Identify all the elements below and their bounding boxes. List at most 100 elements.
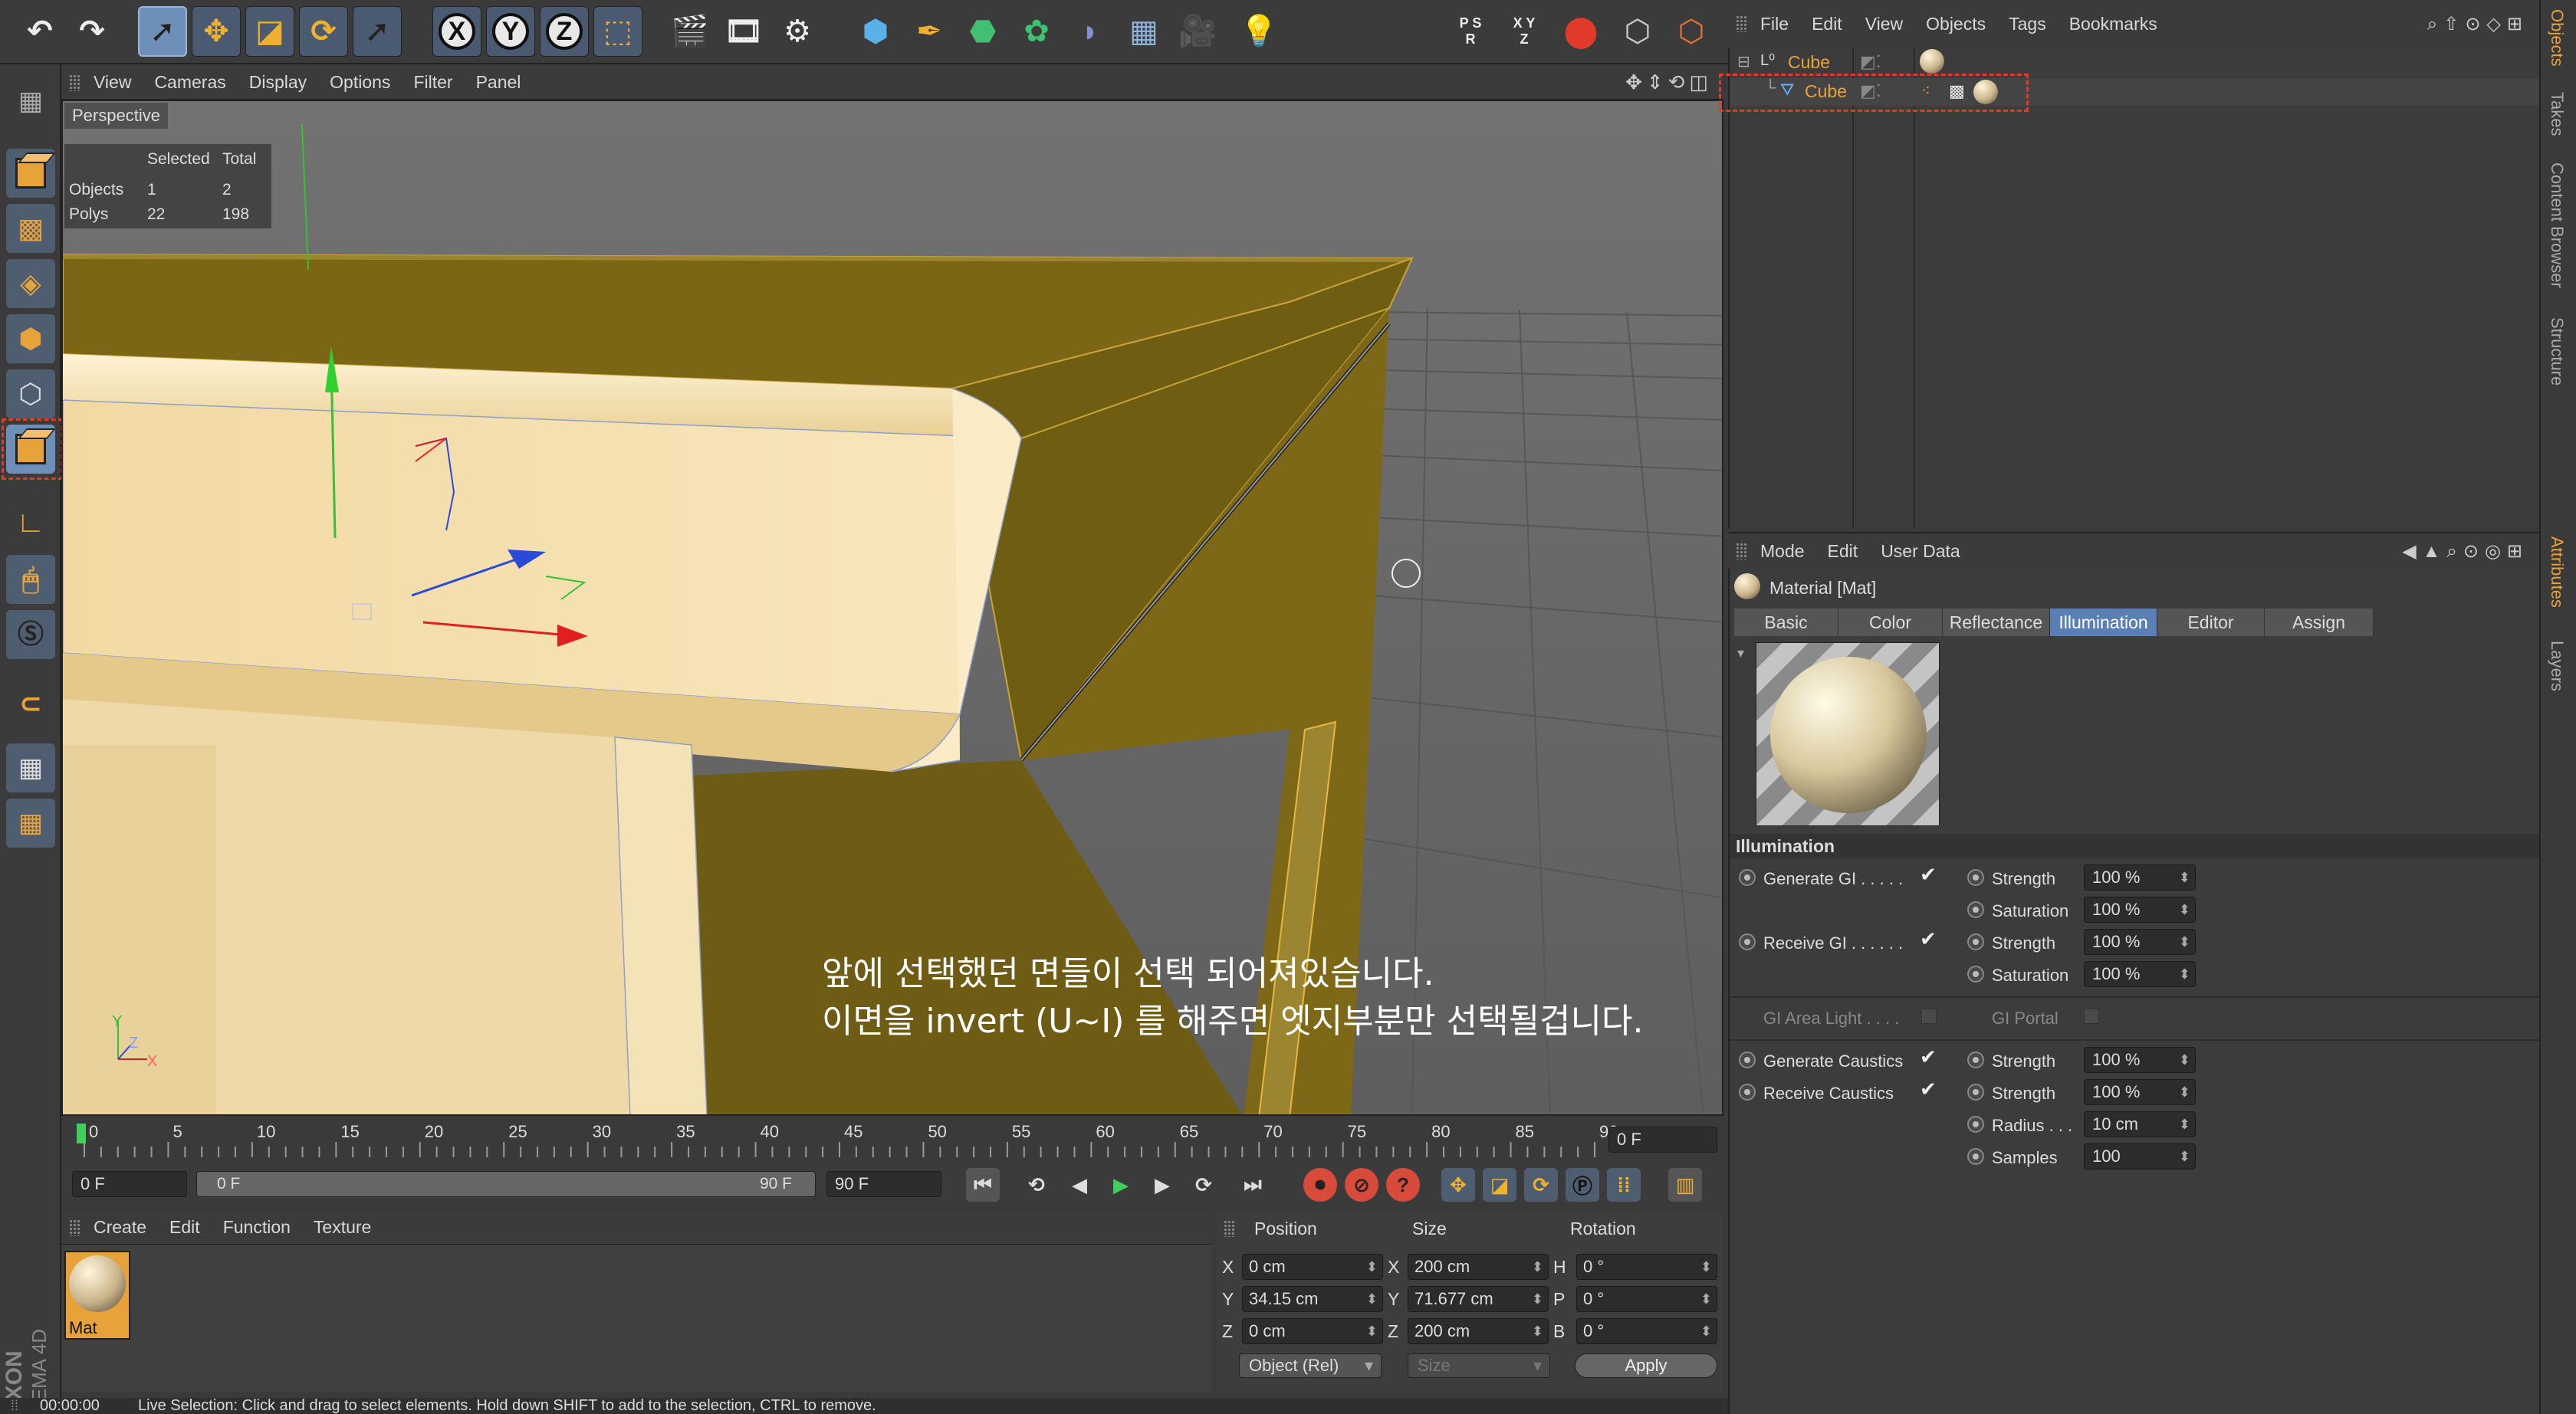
gi-receive-saturation-field[interactable]: 100 % — [2084, 961, 2196, 987]
next-frame-button[interactable]: ▶ — [1145, 1168, 1179, 1202]
receive-gi-checkbox[interactable]: ✔ — [1920, 927, 1937, 951]
size-y-field[interactable]: 71.677 cm — [1408, 1286, 1549, 1312]
menu-edit[interactable]: Edit — [1812, 14, 1842, 34]
panel-grip[interactable] — [69, 1219, 80, 1236]
keyframe-selection-button[interactable]: ? — [1386, 1168, 1420, 1202]
size-x-field[interactable]: 200 cm — [1408, 1254, 1549, 1280]
redo-button[interactable]: ↷ — [67, 6, 117, 57]
side-tab-attributes[interactable]: Attributes — [2547, 536, 2567, 608]
attribute-nav-icons[interactable]: ◀▲⌕⊙◎⊞ — [2402, 540, 2528, 563]
collapse-triangle-icon[interactable]: ▾ — [1737, 645, 1744, 661]
recent-tool-button[interactable]: ➚ — [353, 6, 402, 57]
caustics-generate-strength-field[interactable]: 100 % — [2084, 1047, 2196, 1073]
key-scale-button[interactable]: ◪ — [1483, 1168, 1516, 1202]
object-manager-nav-icons[interactable]: ⌕⇧⊙◇⊞ — [2427, 13, 2528, 35]
tweak-mode-button[interactable]: 🖱 — [6, 555, 55, 604]
expand-icon[interactable]: ⊟ — [1737, 52, 1750, 71]
caustics-samples-keyframe[interactable] — [1967, 1148, 1984, 1165]
add-floor-button[interactable]: ▦ — [1119, 6, 1168, 57]
play-button[interactable]: ▶ — [1104, 1168, 1138, 1202]
prev-key-button[interactable]: ⟲ — [1020, 1168, 1053, 1202]
make-editable-button[interactable]: ▦ — [6, 77, 55, 126]
size-z-field[interactable]: 200 cm — [1408, 1318, 1549, 1344]
key-param-button[interactable]: Ⓟ — [1566, 1168, 1599, 1202]
panel-grip[interactable] — [1224, 1220, 1234, 1237]
autokey-button[interactable]: ⊘ — [1345, 1168, 1378, 1202]
receive-caustics-checkbox[interactable]: ✔ — [1920, 1078, 1937, 1101]
menu-create[interactable]: Create — [94, 1217, 146, 1238]
menu-options[interactable]: Options — [330, 72, 390, 93]
prev-frame-button[interactable]: ◀ — [1063, 1168, 1096, 1202]
menu-filter[interactable]: Filter — [413, 72, 452, 93]
panel-grip[interactable] — [1736, 543, 1746, 559]
menu-tags[interactable]: Tags — [2009, 14, 2046, 34]
tab-reflectance[interactable]: Reflectance — [1943, 609, 2050, 636]
timeline-window-button[interactable]: ▥ — [1668, 1168, 1702, 1202]
rotation-b-field[interactable]: 0 ° — [1576, 1318, 1717, 1344]
gi-generate-strength-field[interactable]: 100 % — [2084, 864, 2196, 891]
add-deformer-button[interactable]: ◗ — [1066, 6, 1115, 57]
add-spline-button[interactable]: ✒ — [905, 6, 954, 57]
tab-assign[interactable]: Assign — [2265, 609, 2374, 636]
gi-portal-checkbox[interactable] — [2084, 1009, 2099, 1024]
workplane-lock-button[interactable]: ▦ — [6, 743, 55, 792]
material-swatch-mat[interactable]: Mat — [64, 1251, 130, 1340]
panel-grip[interactable] — [69, 74, 80, 91]
material-tag-icon[interactable] — [1920, 49, 1944, 74]
caustics-receive-strength-keyframe[interactable] — [1967, 1084, 1984, 1101]
add-light-button[interactable]: 💡 — [1234, 6, 1283, 57]
side-tab-objects[interactable]: Objects — [2547, 9, 2567, 67]
add-array-button[interactable]: ✿ — [1012, 6, 1061, 57]
menu-edit[interactable]: Edit — [1828, 541, 1858, 562]
receive-caustics-keyframe[interactable] — [1739, 1084, 1756, 1101]
add-cube-button[interactable]: ⬢ — [851, 6, 900, 57]
add-generator-button[interactable]: ⬣ — [958, 6, 1007, 57]
coord-system-button[interactable]: ⬚ — [593, 6, 642, 57]
scale-tool-button[interactable]: ◪ — [245, 6, 294, 57]
end-frame-field[interactable]: 90 F — [826, 1171, 941, 1197]
tab-color[interactable]: Color — [1838, 609, 1943, 636]
xyz-button[interactable]: X Y Z — [1500, 6, 1549, 57]
apply-button[interactable]: Apply — [1575, 1353, 1717, 1378]
move-tool-button[interactable]: ✥ — [192, 6, 241, 57]
locked-workplane-button[interactable]: ⬡ — [1667, 6, 1716, 57]
caustics-generate-strength-keyframe[interactable] — [1967, 1051, 1984, 1068]
key-position-button[interactable]: ✥ — [1441, 1168, 1475, 1202]
menu-panel[interactable]: Panel — [476, 72, 521, 93]
menu-display[interactable]: Display — [249, 72, 307, 93]
object-name[interactable]: Cube — [1788, 52, 1830, 73]
tab-basic[interactable]: Basic — [1734, 609, 1838, 636]
menu-texture[interactable]: Texture — [314, 1217, 371, 1238]
start-frame-field[interactable]: 0 F — [72, 1171, 187, 1197]
gi-receive-strength-keyframe[interactable] — [1967, 933, 1984, 950]
menu-file[interactable]: File — [1760, 14, 1789, 34]
rotate-tool-button[interactable]: ⟳ — [299, 6, 348, 57]
snapping-button[interactable]: ⊂ — [6, 679, 55, 728]
side-tab-structure[interactable]: Structure — [2547, 317, 2567, 385]
size-mode-dropdown[interactable]: Size ▾ — [1408, 1353, 1550, 1378]
solo-button[interactable]: Ⓢ — [6, 610, 55, 659]
y-axis-button[interactable]: Y — [486, 6, 535, 57]
generate-caustics-checkbox[interactable]: ✔ — [1920, 1045, 1937, 1069]
live-selection-button[interactable]: ➚ — [138, 6, 187, 57]
key-rotation-button[interactable]: ⟳ — [1524, 1168, 1558, 1202]
x-axis-button[interactable]: X — [432, 6, 481, 57]
side-tab-takes[interactable]: Takes — [2547, 92, 2567, 136]
material-preview[interactable] — [1756, 642, 1940, 826]
gi-area-light-checkbox[interactable] — [1921, 1009, 1937, 1024]
receive-gi-keyframe[interactable] — [1739, 933, 1756, 950]
caustics-samples-field[interactable]: 100 — [2084, 1143, 2196, 1170]
menu-cameras[interactable]: Cameras — [154, 72, 225, 93]
generate-caustics-keyframe[interactable] — [1739, 1051, 1756, 1068]
side-tab-content-browser[interactable]: Content Browser — [2547, 162, 2567, 288]
range-slider[interactable]: 0 F 90 F — [196, 1171, 816, 1197]
menu-view[interactable]: View — [1865, 14, 1903, 34]
rotation-h-field[interactable]: 0 ° — [1576, 1254, 1717, 1280]
caustics-radius-field[interactable]: 10 cm — [2084, 1111, 2196, 1137]
gi-generate-saturation-field[interactable]: 100 % — [2084, 897, 2196, 923]
position-y-field[interactable]: 34.15 cm — [1242, 1286, 1383, 1312]
menu-user-data[interactable]: User Data — [1881, 541, 1960, 562]
gi-strength-keyframe[interactable] — [1967, 869, 1984, 886]
gi-receive-strength-field[interactable]: 100 % — [2084, 929, 2196, 955]
render-view-button[interactable]: 🎬 — [665, 6, 715, 57]
